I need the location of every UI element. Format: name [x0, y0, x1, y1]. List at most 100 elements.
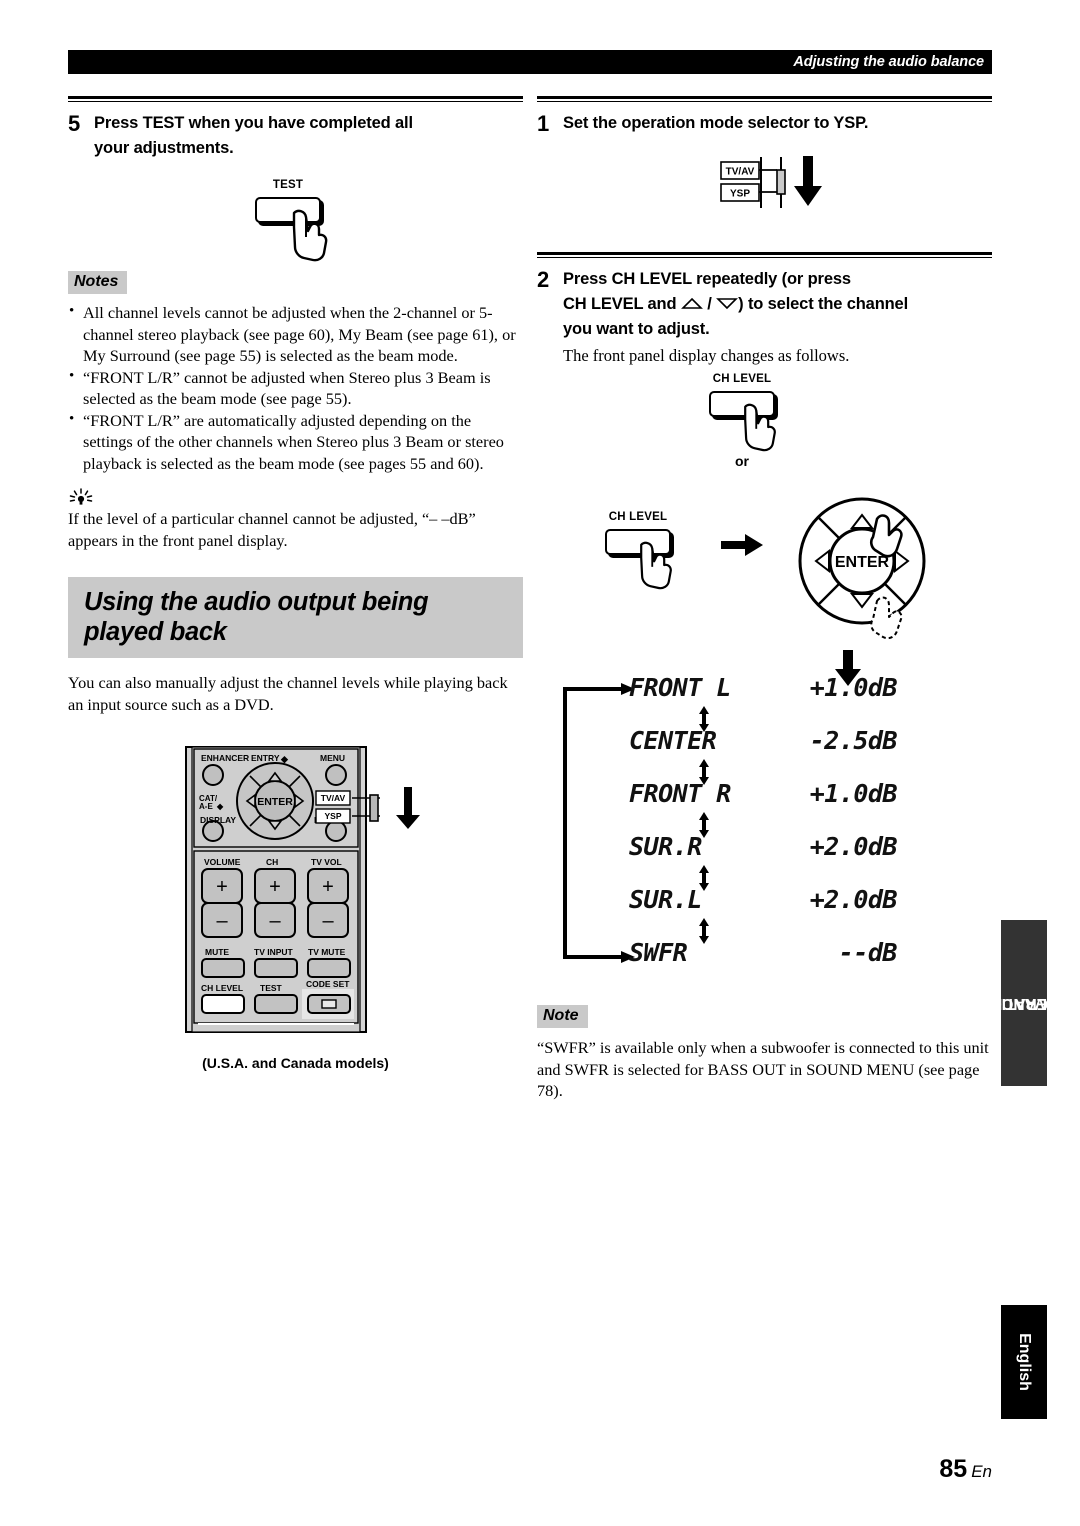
- lcd-channel-name: SUR.R: [629, 832, 702, 861]
- enter-navigation-pad: ENTER: [798, 497, 926, 640]
- slide-down-arrow-icon: [794, 156, 822, 206]
- step-1-title: Set the operation mode selector to YSP.: [563, 114, 869, 132]
- note-block: Note “SWFR” is available only when a sub…: [537, 1005, 992, 1102]
- remote-label-tvav: TV/AV: [321, 793, 346, 803]
- page-number: 85: [939, 1455, 968, 1483]
- remote-label-ysp: YSP: [324, 811, 341, 821]
- step-2-title-line1: Press CH LEVEL repeatedly (or press: [563, 270, 851, 288]
- right-arrow-icon: [721, 534, 763, 556]
- lcd-channel-name: SUR.L: [629, 885, 702, 914]
- left-column: 5 Press TEST when you have completed all…: [68, 96, 523, 1071]
- remote-codeset-indicator: [321, 999, 337, 1009]
- notes-block: Notes All channel levels cannot be adjus…: [68, 271, 523, 474]
- remote-ch-minus: –: [269, 910, 281, 932]
- pointing-hand-icon: [744, 403, 776, 452]
- notes-label: Notes: [68, 271, 128, 294]
- tip-block: If the level of a particular channel can…: [68, 488, 523, 551]
- step-rule-thin: [68, 101, 523, 102]
- remote-chlevel-button-highlighted: [201, 994, 245, 1014]
- lcd-channel-name: FRONT L: [629, 673, 731, 702]
- mode-selector-illustration: TV/AV YSP: [720, 156, 822, 208]
- step-2-heading: 2 Press CH LEVEL repeatedly (or press CH…: [537, 267, 992, 342]
- step-5-title-line1: Press TEST when you have completed all: [94, 114, 413, 132]
- step-1-number: 1: [537, 111, 550, 136]
- lcd-channel-value: +1.0dB: [809, 673, 898, 702]
- remote-ch-plus: +: [269, 876, 281, 898]
- remote-tvvol-minus: –: [322, 910, 334, 932]
- chlevel-or-word: or: [735, 453, 749, 469]
- lcd-row: FRONT L +1.0dB: [629, 673, 898, 702]
- selector-label-ysp: YSP: [730, 189, 750, 200]
- running-header-bar: Adjusting the audio balance: [68, 50, 992, 74]
- remote-label-volume: VOLUME: [204, 857, 241, 867]
- remote-tvmute-button: [307, 958, 351, 978]
- enter-pad-label: ENTER: [835, 554, 890, 571]
- remote-label-chlevel: CH LEVEL: [201, 983, 243, 993]
- step-1-heading: 1 Set the operation mode selector to YSP…: [537, 111, 992, 136]
- pointing-hand-icon: [292, 209, 328, 262]
- test-button-caption: TEST: [272, 179, 304, 191]
- ch-level-figure: CH LEVEL or CH LEVEL ENTER: [537, 367, 992, 686]
- remote-menu-button: [325, 764, 347, 786]
- lcd-channel-value: -2.5dB: [809, 726, 898, 755]
- remote-ae-icon: ◆: [216, 802, 224, 811]
- lcd-channel-value: --dB: [838, 938, 898, 967]
- step2-rule-thick: [537, 252, 992, 255]
- side-tab-language: English: [1001, 1305, 1047, 1419]
- page-language-code: En: [971, 1462, 992, 1481]
- remote-tvvol-plus: +: [322, 876, 334, 898]
- lcd-row: SWFR --dB: [629, 938, 898, 967]
- remote-volume-minus: –: [216, 910, 228, 932]
- running-header-title: Adjusting the audio balance: [793, 54, 984, 70]
- note-item: “FRONT L/R” are automatically adjusted d…: [68, 409, 523, 475]
- lcd-channel-value: +2.0dB: [809, 885, 898, 914]
- remote-label-tvinput: TV INPUT: [254, 947, 294, 957]
- remote-enhancer-button: [202, 764, 224, 786]
- lcd-channel-value: +1.0dB: [809, 779, 898, 808]
- test-button-figure: TEST: [68, 179, 523, 271]
- selector-label-tvav: TV/AV: [726, 167, 755, 178]
- lcd-row: SUR.L +2.0dB: [629, 885, 898, 914]
- slide-down-arrow-icon: [396, 787, 420, 829]
- step-2-title-line2-a: CH LEVEL and: [563, 295, 681, 313]
- remote-control-illustration: ENHANCER ENTRY ◆ MENU CAT/ A-E ◆ DISPLAY…: [185, 746, 420, 1033]
- remote-label-mute: MUTE: [205, 947, 229, 957]
- right-column: 1 Set the operation mode selector to YSP…: [537, 96, 992, 1102]
- chlevel-top-caption: CH LEVEL: [712, 373, 772, 385]
- step-2-title-line2: CH LEVEL and / ) to select the channel: [563, 292, 908, 317]
- note-item: “FRONT L/R” cannot be adjusted when Ster…: [68, 366, 523, 410]
- remote-caption: (U.S.A. and Canada models): [202, 1055, 389, 1071]
- remote-label-ae: A-E: [199, 802, 213, 811]
- lcd-channel-name: CENTER: [629, 726, 717, 755]
- front-panel-display-sequence: FRONT L +1.0dB CENTER -2.5dB FRONT R +1.…: [537, 673, 992, 983]
- loop-bracket-arrows: [563, 683, 635, 963]
- remote-control-figure: ENHANCER ENTRY ◆ MENU CAT/ A-E ◆ DISPLAY…: [68, 743, 523, 1071]
- lcd-row: FRONT R +1.0dB: [629, 779, 898, 808]
- note-label: Note: [537, 1005, 588, 1028]
- remote-tvinput-button: [254, 958, 298, 978]
- lcd-row: CENTER -2.5dB: [629, 726, 898, 755]
- operation-mode-selector-figure: TV/AV YSP: [537, 152, 992, 252]
- remote-label-ch: CH: [266, 857, 278, 867]
- step-2-title-line2-b: /: [702, 295, 717, 313]
- step-5-title-line2: your adjustments.: [94, 139, 234, 157]
- side-tab-advanced-operation: ADVANCED OPERATION: [979, 920, 1070, 1086]
- remote-label-entry: ENTRY: [251, 753, 280, 763]
- step-2-title-line2-c: ) to select the channel: [738, 295, 909, 313]
- light-bulb-icon: [69, 488, 93, 505]
- tip-text: If the level of a particular channel can…: [68, 509, 476, 550]
- lcd-channel-value: +2.0dB: [809, 832, 898, 861]
- step1-rule-thick: [537, 96, 992, 99]
- lcd-channel-name: FRONT R: [629, 779, 731, 808]
- remote-label-tvmute: TV MUTE: [308, 947, 346, 957]
- step1-rule-thin: [537, 101, 992, 102]
- remote-label-codeset: CODE SET: [306, 979, 350, 989]
- step2-rule-thin: [537, 257, 992, 258]
- remote-volume-plus: +: [216, 876, 228, 898]
- step-rule-thick: [68, 96, 523, 99]
- up-triangle-icon: [680, 297, 703, 309]
- remote-label-test: TEST: [260, 983, 283, 993]
- remote-mute-button: [201, 958, 245, 978]
- section-banner: Using the audio output being played back: [68, 577, 523, 658]
- note-text: “SWFR” is available only when a subwoofe…: [537, 1038, 989, 1100]
